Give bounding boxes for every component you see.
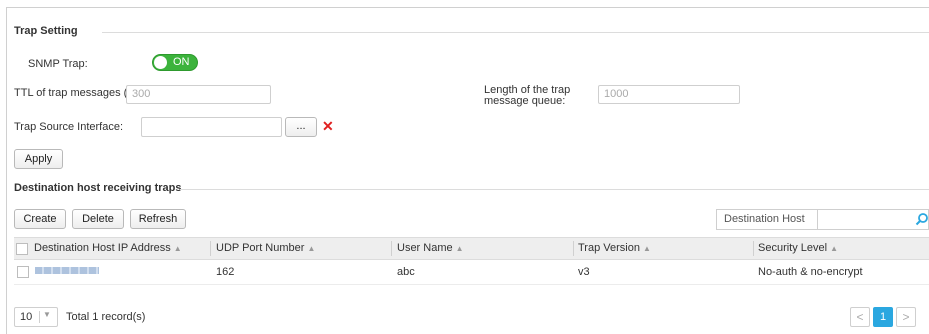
chevron-down-icon: ▼ <box>43 310 51 319</box>
next-page-button[interactable]: > <box>896 307 916 327</box>
queue-length-label: Length of the trap message queue: <box>484 85 570 107</box>
page-1-button[interactable]: 1 <box>873 307 893 327</box>
sort-asc-icon: ▲ <box>642 244 651 253</box>
delete-button[interactable]: Delete <box>72 209 124 229</box>
sort-asc-icon: ▲ <box>173 244 182 253</box>
sort-asc-icon: ▲ <box>830 244 839 253</box>
column-label: Security Level <box>758 242 828 254</box>
column-header-trap-version[interactable]: Trap Version ▲ <box>578 238 651 259</box>
toggle-state-text: ON <box>173 56 190 68</box>
cell-trap-version: v3 <box>578 266 590 278</box>
trap-setting-title: Trap Setting <box>14 25 78 37</box>
row-divider <box>14 284 929 285</box>
redacted-ip-address <box>35 267 99 274</box>
queue-length-input[interactable]: 1000 <box>598 85 740 104</box>
column-divider <box>391 241 392 256</box>
select-all-checkbox[interactable] <box>16 243 28 255</box>
toggle-knob <box>154 56 167 69</box>
column-divider <box>573 241 574 256</box>
source-interface-label: Trap Source Interface: <box>14 121 124 133</box>
snmp-trap-label: SNMP Trap: <box>28 58 88 70</box>
clear-icon[interactable]: ✕ <box>322 119 334 133</box>
queue-label-line2: message queue: <box>484 95 566 107</box>
section-divider <box>180 189 929 190</box>
search-icon[interactable] <box>915 212 929 226</box>
table-header: Destination Host IP Address ▲ UDP Port Nu… <box>14 237 929 260</box>
cell-user-name: abc <box>397 266 415 278</box>
column-divider <box>753 241 754 256</box>
sort-asc-icon: ▲ <box>455 244 464 253</box>
column-header-user-name[interactable]: User Name ▲ <box>397 238 464 259</box>
refresh-button[interactable]: Refresh <box>130 209 186 229</box>
destination-title: Destination host receiving traps <box>14 182 182 194</box>
column-label: Trap Version <box>578 242 640 254</box>
column-label: UDP Port Number <box>216 242 305 254</box>
cell-udp-port: 162 <box>216 266 235 278</box>
column-header-security-level[interactable]: Security Level ▲ <box>758 238 838 259</box>
destination-host-search[interactable]: Destination Host <box>716 209 929 230</box>
column-divider <box>210 241 211 256</box>
cell-security-level: No-auth & no-encrypt <box>758 266 863 278</box>
column-header-udp-port[interactable]: UDP Port Number ▲ <box>216 238 315 259</box>
create-button[interactable]: Create <box>14 209 66 229</box>
search-divider <box>817 210 818 229</box>
sort-asc-icon: ▲ <box>307 244 316 253</box>
ttl-label: TTL of trap messages (s): <box>14 87 140 99</box>
source-interface-input[interactable] <box>141 117 282 137</box>
apply-button[interactable]: Apply <box>14 149 63 169</box>
select-divider <box>39 311 40 323</box>
prev-page-button[interactable]: < <box>850 307 870 327</box>
browse-button[interactable]: ... <box>285 117 317 137</box>
search-field-label: Destination Host <box>724 213 805 225</box>
ttl-input[interactable]: 300 <box>126 85 271 104</box>
page-size-value: 10 <box>20 311 33 323</box>
page-size-select[interactable]: 10 ▼ <box>14 307 58 327</box>
snmp-trap-toggle[interactable]: ON <box>152 54 198 71</box>
column-header-ip[interactable]: Destination Host IP Address ▲ <box>34 238 182 259</box>
total-records: Total 1 record(s) <box>66 311 146 323</box>
column-label: Destination Host IP Address <box>34 242 171 254</box>
row-checkbox[interactable] <box>17 266 29 278</box>
column-label: User Name <box>397 242 453 254</box>
section-divider <box>102 32 929 33</box>
